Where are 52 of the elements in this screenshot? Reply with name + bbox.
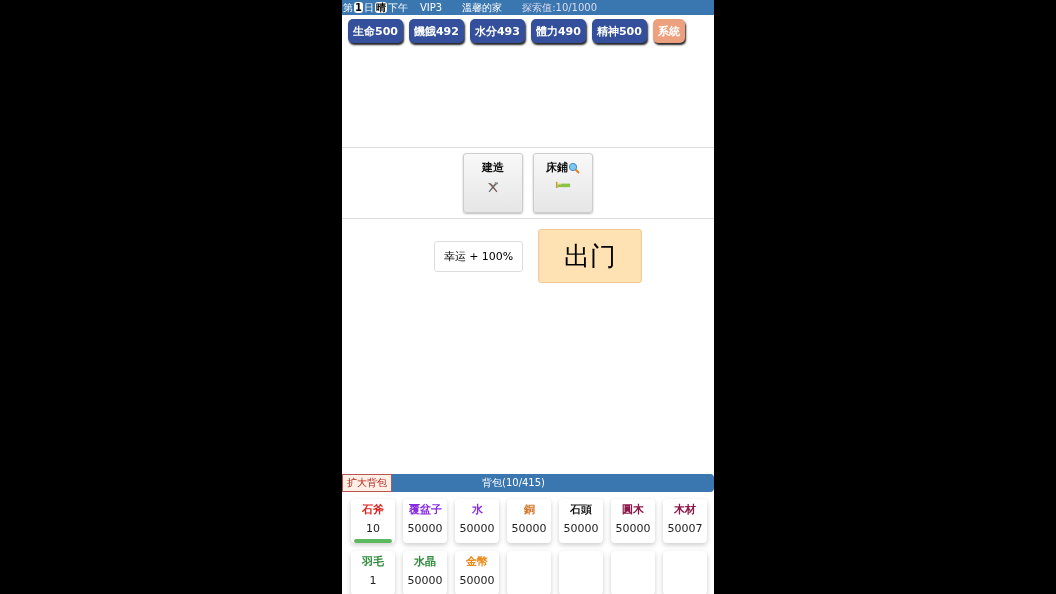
item-count: 50000 — [563, 522, 599, 535]
go-out-button[interactable]: 出门 — [538, 229, 643, 283]
day-label: 第 — [343, 1, 353, 14]
item-name: 圓木 — [622, 502, 644, 517]
hammer-pick-icon — [486, 180, 500, 194]
item-slot[interactable]: 水 50000 — [455, 499, 499, 543]
facility-button[interactable]: 床鋪 — [533, 153, 593, 213]
expand-bag-button[interactable]: 扩大背包 — [342, 474, 392, 492]
item-count: 50000 — [407, 574, 443, 587]
item-slot[interactable]: 石頭 50000 — [559, 499, 603, 543]
item-slot[interactable]: 金幣 50000 — [455, 551, 499, 594]
item-count: 10 — [366, 522, 380, 535]
weather-label: 晴 — [374, 2, 387, 13]
facility-button[interactable]: 建造 — [463, 153, 523, 213]
bed-icon — [555, 180, 571, 189]
stat-button[interactable]: 體力490 — [530, 19, 586, 43]
item-slot[interactable]: 羽毛 1 — [351, 551, 395, 594]
item-name: 覆盆子 — [408, 502, 442, 517]
search-icon — [568, 161, 580, 174]
item-slot[interactable]: 圓木 50000 — [611, 499, 655, 543]
bag-title: 背包(10/415) — [482, 476, 545, 490]
stat-button[interactable]: 饑餓492 — [408, 19, 464, 43]
item-count: 50000 — [407, 522, 443, 535]
stat-button[interactable]: 生命500 — [348, 19, 403, 43]
day-label: 日 — [363, 1, 374, 14]
vip-label: VIP3 — [419, 1, 443, 14]
item-name: 木材 — [674, 502, 696, 517]
item-name: 水 — [471, 502, 483, 517]
location-label: 溫馨的家 — [462, 1, 503, 14]
item-count: 50000 — [459, 522, 495, 535]
stat-button[interactable]: 精神500 — [591, 19, 647, 43]
item-slot[interactable]: 木材 50007 — [663, 499, 707, 543]
item-slot[interactable]: 石斧 10 — [351, 499, 395, 543]
item-count: 50000 — [459, 574, 495, 587]
item-count: 50000 — [511, 522, 547, 535]
item-count: 1 — [369, 574, 377, 587]
item-name: 羽毛 — [362, 554, 384, 569]
item-slot[interactable]: 銅 50000 — [507, 499, 551, 543]
stat-button[interactable]: 水分493 — [469, 19, 525, 43]
luck-label: 幸运 + 100% — [433, 240, 524, 272]
item-name: 銅 — [523, 502, 535, 517]
item-slot[interactable]: 水晶 50000 — [403, 551, 447, 594]
item-name: 石斧 — [362, 502, 384, 517]
item-slot[interactable]: 覆盆子 50000 — [403, 499, 447, 543]
item-name: 金幣 — [466, 554, 488, 569]
item-name: 石頭 — [570, 502, 592, 517]
item-name: 水晶 — [414, 554, 436, 569]
item-count: 50000 — [615, 522, 651, 535]
explore-label: 探索值:10/1000 — [522, 1, 598, 14]
time-label: 下午 — [387, 1, 408, 14]
item-count: 50007 — [667, 522, 703, 535]
day-number: 1 — [354, 2, 363, 13]
